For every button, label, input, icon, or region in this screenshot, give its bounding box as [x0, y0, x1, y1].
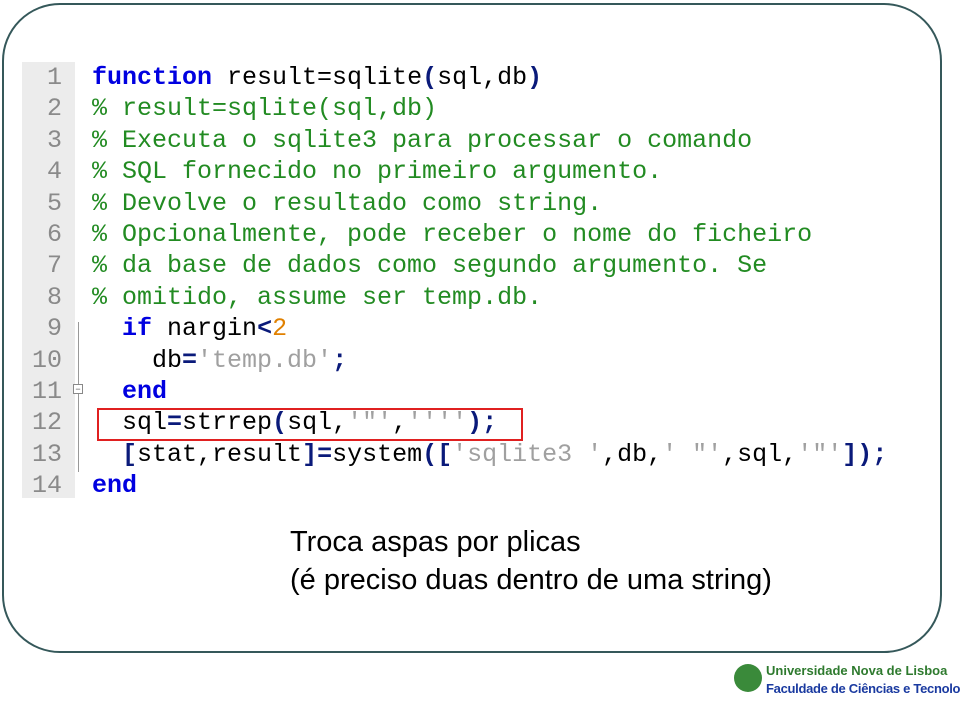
code-token: nargin	[152, 314, 258, 344]
line-number: 14	[31, 471, 62, 501]
line-number: 6	[46, 220, 62, 249]
line-number: 10	[31, 345, 62, 375]
university-logo: Universidade Nova de Lisboa Faculdade de…	[734, 660, 960, 700]
code-text: % Devolve o resultado como string.	[92, 188, 602, 219]
code-text: function result=sqlite(sql,db)	[92, 62, 542, 93]
code-token: % Devolve o resultado como string.	[92, 188, 603, 218]
code-token: ]=	[302, 439, 333, 469]
code-token: ,sql,	[722, 439, 798, 469]
code-token: % Opcionalmente, pode receber o nome do …	[92, 220, 813, 249]
code-text: [stat,result]=system(['sqlite3 ',db,' "'…	[92, 439, 887, 470]
code-text: end	[92, 376, 167, 407]
code-text: if nargin<2	[92, 313, 287, 344]
line-number: 12	[31, 408, 62, 438]
code-token: 2	[272, 314, 288, 344]
code-token: [	[122, 439, 138, 469]
line-number: 13	[31, 439, 62, 469]
code-text: db='temp.db';	[92, 345, 347, 376]
code-text: % omitido, assume ser temp.db.	[92, 282, 542, 313]
fold-line	[78, 322, 79, 472]
line-number: 2	[46, 94, 62, 124]
code-text: % SQL fornecido no primeiro argumento.	[92, 156, 662, 187]
caption-line-1: Troca aspas por plicas	[290, 526, 581, 558]
code-token: end	[92, 471, 138, 501]
code-text: % Executa o sqlite3 para processar o com…	[92, 125, 752, 156]
fold-collapse-icon[interactable]: −	[73, 384, 83, 394]
code-text: % Opcionalmente, pode receber o nome do …	[92, 219, 812, 250]
code-token: db	[92, 345, 183, 375]
caption-line-2: (é preciso duas dentro de uma string)	[290, 564, 772, 596]
code-token: stat,result	[137, 439, 303, 469]
line-number: 9	[46, 314, 62, 344]
line-number: 4	[46, 157, 62, 187]
code-token: function	[92, 63, 213, 92]
code-token: ,db,	[602, 439, 663, 469]
code-token: % Executa o sqlite3 para processar o com…	[92, 125, 753, 155]
code-token: =	[182, 345, 198, 375]
code-text: % result=sqlite(sql,db)	[92, 93, 437, 124]
code-token: end	[122, 377, 168, 406]
code-token: % SQL fornecido no primeiro argumento.	[92, 157, 663, 187]
code-token: % result=sqlite(sql,db)	[92, 94, 438, 124]
code-token: sql,db	[437, 63, 528, 92]
code-token: (	[422, 63, 438, 92]
code-token: result=sqlite	[212, 63, 423, 92]
highlight-box	[97, 408, 523, 441]
code-token: 'sqlite3 '	[452, 439, 603, 469]
logo-university-name: Universidade Nova de Lisboa	[766, 663, 948, 678]
code-token: <	[257, 314, 273, 344]
code-token: '"'	[797, 439, 843, 469]
code-token: ;	[332, 345, 348, 375]
code-token: )	[527, 63, 543, 92]
line-number: 11	[31, 377, 62, 406]
line-number: 5	[46, 188, 62, 218]
code-token: 'temp.db'	[197, 345, 333, 375]
code-token: system	[332, 439, 423, 469]
logo-emblem	[734, 664, 762, 692]
code-token: ([	[422, 439, 453, 469]
line-number: 1	[46, 63, 62, 92]
code-token: % omitido, assume ser temp.db.	[92, 282, 543, 312]
code-text: end	[92, 470, 137, 501]
logo-faculty-name: Faculdade de Ciências e Tecnologia	[766, 681, 960, 696]
line-number: 8	[46, 282, 62, 312]
code-text: % da base de dados como segundo argument…	[92, 250, 767, 281]
code-token: if	[122, 314, 153, 344]
line-number: 3	[46, 125, 62, 155]
code-token: ' "'	[662, 439, 723, 469]
line-number: 7	[46, 251, 62, 281]
code-token: ]);	[842, 439, 888, 469]
code-token: % da base de dados como segundo argument…	[92, 251, 768, 281]
